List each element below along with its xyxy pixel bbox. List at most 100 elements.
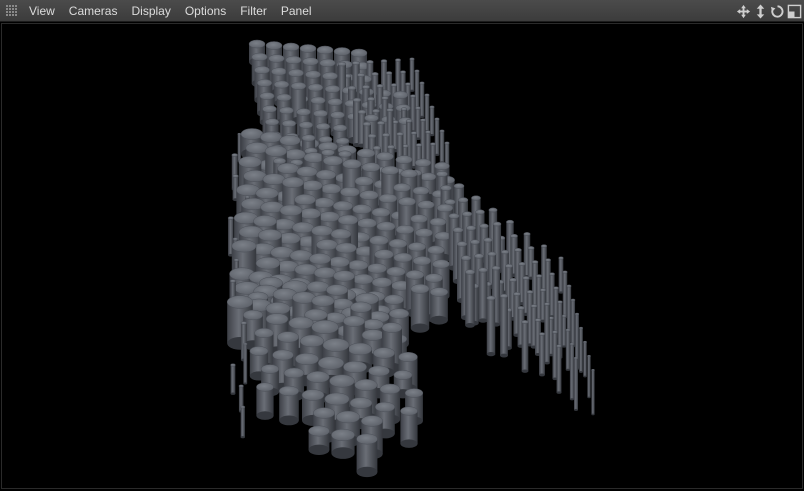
rotate-view-icon[interactable]	[770, 4, 785, 19]
cylinder-cap	[262, 173, 286, 185]
cylinder-cap	[330, 228, 352, 240]
cylinder-cap	[244, 195, 250, 199]
cylinder-cap	[486, 295, 496, 301]
cylinder-cap	[368, 365, 390, 377]
cylinder-cap	[313, 407, 335, 419]
cylinder-body	[591, 370, 595, 415]
cylinder-cap	[315, 169, 337, 181]
cylinder-cap	[400, 70, 406, 74]
cylinder-base	[486, 352, 496, 357]
3d-viewport[interactable]	[1, 23, 803, 489]
cylinder-cap	[499, 293, 509, 299]
cylinder-cap	[279, 135, 301, 146]
cylinder-cap	[265, 302, 291, 315]
cylinder-cap	[448, 213, 460, 219]
cylinder-cap	[316, 45, 334, 55]
cylinder-cap	[307, 83, 324, 92]
cylinder-cap	[377, 120, 385, 126]
cylinder-base	[243, 382, 248, 385]
cylinder-cap	[335, 410, 361, 424]
cylinder-cap	[258, 229, 282, 242]
menu-cameras[interactable]: Cameras	[62, 0, 125, 22]
cylinder-cap	[321, 149, 335, 156]
cylinder-cap	[388, 308, 410, 319]
cylinder-cap	[434, 117, 440, 121]
cylinder-cap	[565, 328, 571, 332]
cylinder-cap	[405, 82, 411, 86]
cylinder	[587, 354, 591, 399]
menu-panel[interactable]: Panel	[274, 0, 319, 22]
cylinder-cap	[558, 256, 564, 260]
cylinder-cap	[231, 153, 238, 157]
cylinder	[439, 129, 445, 164]
cylinder	[237, 132, 242, 163]
cylinder	[331, 428, 355, 459]
cylinder-cap	[412, 256, 432, 266]
cylinder-cap	[506, 219, 514, 225]
cylinder-cap	[483, 237, 493, 243]
menu-options[interactable]: Options	[178, 0, 233, 22]
cylinder	[562, 270, 568, 319]
toggle-layout-icon[interactable]	[787, 4, 802, 19]
cylinder-cap	[540, 244, 548, 248]
cylinder-cap	[253, 215, 277, 228]
menu-view[interactable]: View	[26, 0, 62, 22]
cylinder-cap	[240, 321, 248, 325]
cylinder-cap	[354, 176, 374, 187]
cylinder-body	[562, 272, 568, 318]
cylinder	[573, 356, 579, 411]
cylinder-cap	[430, 142, 436, 146]
cylinder-cap	[343, 315, 365, 327]
cylinder-cap	[583, 340, 587, 344]
cylinder-body	[439, 131, 445, 163]
cylinder-cap	[357, 109, 367, 115]
menu-filter[interactable]: Filter	[233, 0, 274, 22]
cylinder-cap	[439, 129, 445, 133]
cylinder-cap	[330, 111, 345, 119]
cylinder-cap	[251, 52, 268, 62]
cylinder-cap	[256, 79, 273, 87]
cylinder-cap	[404, 388, 424, 398]
cylinder-cap	[381, 165, 399, 175]
cylinder-cap	[255, 187, 279, 200]
menu-display[interactable]: Display	[124, 0, 177, 22]
cylinder-cap	[268, 54, 285, 63]
cylinder-cap	[326, 284, 348, 296]
cylinder-cap	[291, 221, 315, 234]
move-view-icon[interactable]	[736, 4, 751, 19]
cylinder-field	[226, 39, 595, 478]
cylinder-cap	[587, 354, 591, 358]
cylinder-cap	[237, 132, 242, 136]
cylinder-base	[410, 323, 430, 333]
cylinder-base	[583, 375, 587, 378]
dolly-view-icon[interactable]	[753, 3, 768, 19]
panel-grip-icon[interactable]	[6, 4, 18, 17]
cylinder-cap	[357, 218, 377, 229]
cylinder-cap	[523, 232, 531, 236]
cylinder-body	[539, 334, 545, 375]
cylinder-cap	[570, 298, 576, 302]
cylinder-cap	[371, 207, 391, 218]
cylinder-base	[356, 466, 378, 478]
cylinder-base	[465, 323, 475, 328]
cylinder-cap	[322, 71, 338, 81]
cylinder-cap	[249, 346, 269, 356]
cylinder-cap	[390, 83, 398, 87]
cylinder-cap	[429, 217, 447, 227]
cylinder-cap	[294, 194, 316, 206]
cylinder	[499, 293, 509, 358]
cylinder-cap	[381, 96, 389, 100]
cylinder-cap	[395, 58, 401, 62]
cylinder-cap	[425, 273, 443, 283]
cylinder-cap	[243, 342, 248, 346]
cylinder-cap	[509, 277, 517, 283]
cylinder-cap	[367, 96, 375, 102]
cylinder-cap	[432, 259, 450, 269]
cylinder-base	[500, 353, 508, 358]
cylinder-base	[556, 391, 562, 394]
cylinder-cap	[306, 281, 330, 293]
cylinder-cap	[279, 106, 294, 115]
cylinder-cap	[279, 204, 303, 217]
cylinder-cap	[427, 245, 445, 255]
cylinder-base	[308, 444, 330, 456]
